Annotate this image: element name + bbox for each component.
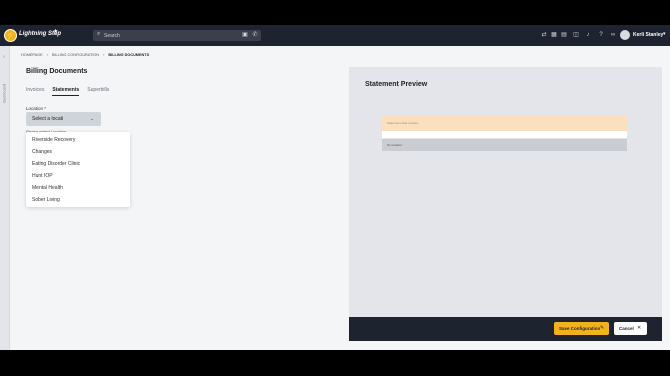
breadcrumb-billing-configuration[interactable]: BILLING CONFIGURATION [52, 53, 99, 57]
breadcrumb-separator-icon: › [103, 53, 105, 57]
save-button-label: Save Configuration [559, 326, 601, 331]
swap-icon[interactable]: ⇄ [540, 31, 548, 39]
avatar[interactable] [620, 30, 630, 40]
chevron-down-icon: ⌄ [90, 116, 94, 121]
chevron-right-icon[interactable]: › [3, 54, 5, 60]
preview-spacer [382, 131, 627, 138]
preview-row-text: No location [387, 143, 403, 147]
user-name[interactable]: Kerli Stanley [633, 32, 663, 38]
bell-icon[interactable]: ♪ [584, 31, 592, 39]
preview-title: Statement Preview [365, 81, 428, 88]
tab-invoices[interactable]: Invoices [26, 87, 44, 96]
preview-header-text: Statement data preview [387, 121, 419, 125]
location-label: Location * [26, 106, 47, 111]
lightning-logo-icon[interactable]: ⚡ [4, 29, 17, 42]
app-window: ⚡ Lightning Step ★ ⌕ ▣ ✆ ⇄ ▦ ▤ ◫ ♪ ? ∞ K… [0, 25, 670, 350]
preview-row: No location [382, 139, 627, 151]
tab-superbills[interactable]: Superbills [87, 87, 109, 96]
breadcrumb-billing-documents: BILLING DOCUMENTS [108, 53, 150, 57]
location-option[interactable]: Mental Health [32, 185, 63, 191]
pencil-icon: ✎ [600, 325, 605, 331]
search-icon: ⌕ [97, 31, 101, 37]
star-icon[interactable]: ★ [53, 28, 58, 35]
cancel-button[interactable]: Cancel ✕ [614, 322, 647, 335]
collapsed-sidebar[interactable]: › Dashboard [0, 46, 10, 350]
link-icon[interactable]: ∞ [609, 31, 617, 39]
chevron-down-icon[interactable]: ▾ [663, 31, 666, 37]
save-configuration-button[interactable]: Save Configuration ✎ [554, 322, 609, 335]
cancel-button-label: Cancel [619, 326, 634, 331]
grid-icon[interactable]: ▤ [560, 31, 568, 39]
phone-icon[interactable]: ✆ [251, 31, 259, 39]
page-title: Billing Documents [26, 68, 88, 75]
location-option[interactable]: Riverside Recovery [32, 137, 75, 143]
location-dropdown-menu: Riverside Recovery Changes Eating Disord… [26, 132, 130, 207]
location-select-value: Select a locati [32, 116, 64, 122]
keyboard-icon[interactable]: ▣ [241, 31, 249, 39]
search-input[interactable] [104, 31, 224, 40]
top-bar: ⚡ Lightning Step ★ ⌕ ▣ ✆ ⇄ ▦ ▤ ◫ ♪ ? ∞ K… [0, 25, 670, 46]
location-option[interactable]: Sober Living [32, 197, 60, 203]
action-footer: Save Configuration ✎ Cancel ✕ [349, 317, 662, 341]
close-icon: ✕ [637, 325, 642, 331]
tab-bar: Invoices Statements Superbills [26, 87, 109, 96]
help-icon[interactable]: ? [597, 31, 605, 39]
location-option[interactable]: Eating Disorder Clinic [32, 161, 80, 167]
calendar-icon[interactable]: ▦ [550, 31, 558, 39]
tab-statements[interactable]: Statements [52, 87, 80, 96]
search-bar: ⌕ [93, 30, 261, 41]
breadcrumb-homepage[interactable]: HOMEPAGE [21, 53, 43, 57]
location-option[interactable]: Hunt IOP [32, 173, 53, 179]
chat-icon[interactable]: ◫ [572, 31, 580, 39]
breadcrumb-separator-icon: › [46, 53, 48, 57]
preview-header-band: Statement data preview [382, 115, 627, 131]
location-select[interactable]: Select a locati ⌄ [26, 112, 101, 126]
location-option[interactable]: Changes [32, 149, 52, 155]
sidebar-label: Dashboard [2, 83, 7, 103]
breadcrumb: HOMEPAGE › BILLING CONFIGURATION › BILLI… [21, 53, 149, 57]
statement-preview-panel: Statement Preview Statement data preview… [349, 67, 662, 317]
